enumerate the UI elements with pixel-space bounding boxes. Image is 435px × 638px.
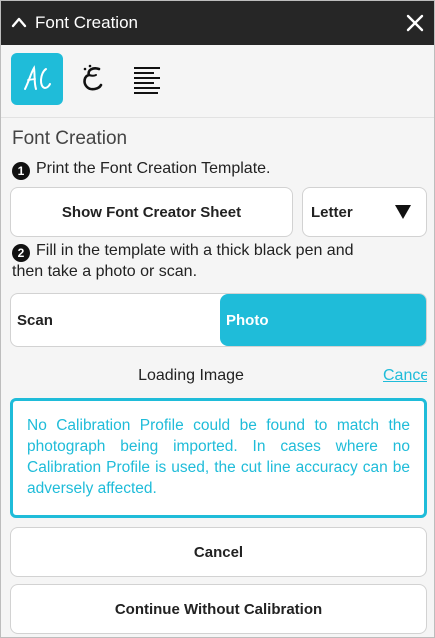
step-1-number: 1 bbox=[12, 162, 30, 180]
close-icon[interactable] bbox=[405, 13, 425, 33]
step-2-text-line1: Fill in the template with a thick black … bbox=[36, 242, 354, 259]
handwriting-tool-button[interactable] bbox=[11, 53, 63, 105]
step-2-number: 2 bbox=[12, 244, 30, 262]
text-align-tool-icon bbox=[134, 67, 160, 94]
cancel-link[interactable]: Cancel bbox=[383, 367, 427, 385]
handwriting-tool-icon bbox=[24, 65, 51, 90]
source-toggle: Scan Photo bbox=[10, 293, 427, 347]
step-1: 1 Print the Font Creation Template. bbox=[12, 159, 271, 180]
tool-row bbox=[1, 45, 434, 117]
text-align-tool-button[interactable] bbox=[121, 53, 173, 105]
caret-down-icon bbox=[395, 205, 411, 219]
calligraphy-tool-icon bbox=[83, 64, 103, 91]
calligraphy-tool-button[interactable] bbox=[67, 53, 119, 105]
step-2: 2 Fill in the template with a thick black… bbox=[12, 241, 412, 282]
title-bar: Font Creation bbox=[1, 1, 434, 45]
continue-without-calibration-button[interactable]: Continue Without Calibration bbox=[10, 584, 427, 634]
step-1-text: Print the Font Creation Template. bbox=[36, 160, 271, 177]
cancel-button[interactable]: Cancel bbox=[10, 527, 427, 577]
calibration-warning: No Calibration Profile could be found to… bbox=[10, 398, 427, 518]
show-font-creator-sheet-button[interactable]: Show Font Creator Sheet bbox=[10, 187, 293, 237]
paper-size-select[interactable]: Letter bbox=[302, 187, 427, 237]
font-creation-panel: Font Creation Font Creation 1 Print the … bbox=[0, 0, 435, 638]
photo-option[interactable]: Photo bbox=[220, 294, 426, 346]
panel-title: Font Creation bbox=[35, 13, 138, 32]
chevron-up-icon[interactable] bbox=[11, 15, 27, 29]
loading-status: Loading Image bbox=[138, 367, 244, 384]
divider bbox=[1, 117, 434, 118]
paper-size-value: Letter bbox=[311, 203, 353, 221]
section-title: Font Creation bbox=[12, 128, 128, 149]
step-2-text-line2: then take a photo or scan. bbox=[12, 263, 198, 280]
scan-option[interactable]: Scan bbox=[11, 294, 220, 346]
